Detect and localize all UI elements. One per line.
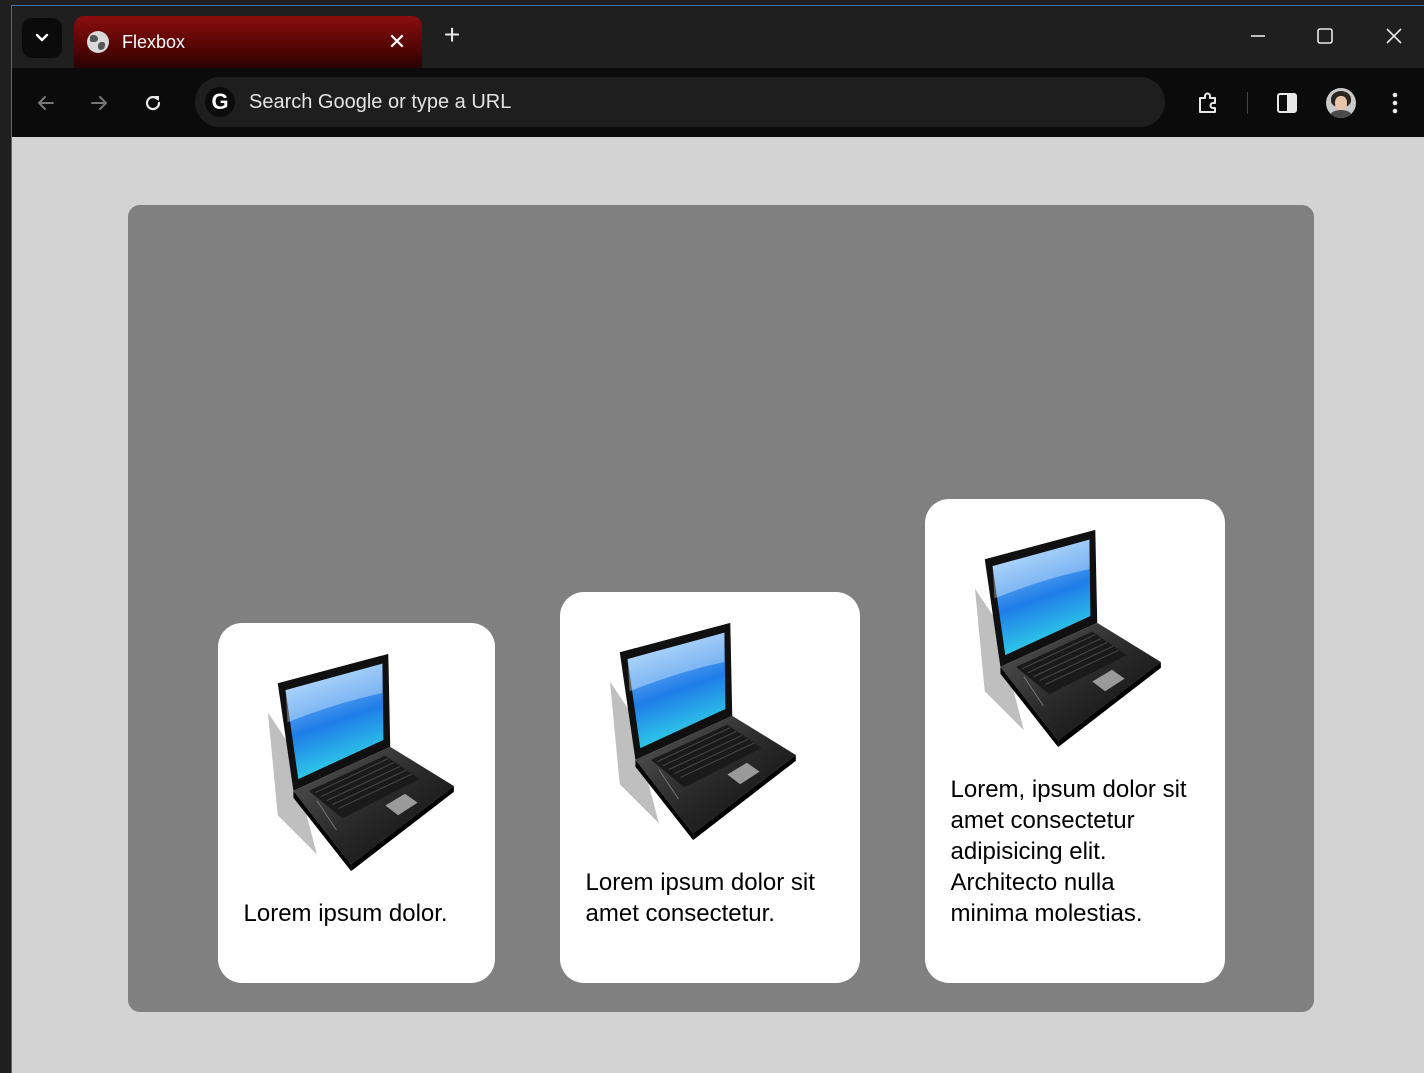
google-logo-icon: G <box>205 87 235 117</box>
new-tab-button[interactable]: + <box>436 20 468 52</box>
side-panel-button[interactable] <box>1270 86 1304 120</box>
maximize-button[interactable] <box>1305 18 1345 54</box>
laptop-image <box>608 622 796 841</box>
side-panel-icon <box>1277 93 1297 113</box>
tab-strip: Flexbox ✕ + <box>12 6 1424 68</box>
card: Lorem, ipsum dolor sit amet consectetur … <box>924 499 1225 983</box>
forward-icon <box>91 96 107 110</box>
close-window-button[interactable] <box>1374 18 1414 54</box>
page-viewport: Lorem ipsum dolor. Lorem ipsum dolor sit… <box>12 137 1424 1073</box>
minimize-icon <box>1251 35 1265 37</box>
card-text: Lorem, ipsum dolor sit amet consectetur … <box>950 776 1187 927</box>
card-text: Lorem ipsum dolor. <box>243 900 448 927</box>
browser-window: Flexbox ✕ + G Search Google or type a UR… <box>11 5 1424 1073</box>
extensions-button[interactable] <box>1191 86 1225 120</box>
minimize-button[interactable] <box>1238 18 1278 54</box>
toolbar-separator <box>1247 92 1248 114</box>
profile-avatar[interactable] <box>1326 88 1356 118</box>
card: Lorem ipsum dolor sit amet consectetur. <box>559 592 860 983</box>
toolbar: G Search Google or type a URL <box>12 68 1424 137</box>
globe-favicon-icon <box>87 31 109 53</box>
laptop-image <box>973 529 1161 748</box>
address-bar-placeholder: Search Google or type a URL <box>249 90 512 113</box>
tab-title: Flexbox <box>122 31 186 52</box>
close-icon[interactable]: ✕ <box>382 27 412 57</box>
close-window-icon <box>1386 28 1402 44</box>
back-button[interactable] <box>29 86 63 120</box>
more-menu-button[interactable] <box>1378 86 1412 120</box>
forward-button[interactable] <box>82 86 116 120</box>
tab-search-icon <box>35 33 49 42</box>
address-bar[interactable]: G Search Google or type a URL <box>195 77 1165 127</box>
reload-button[interactable] <box>136 86 170 120</box>
tab-search-button[interactable] <box>22 18 62 58</box>
flex-container: Lorem ipsum dolor. Lorem ipsum dolor sit… <box>128 205 1314 1012</box>
more-menu-icon <box>1392 92 1398 114</box>
reload-icon <box>145 96 161 111</box>
card: Lorem ipsum dolor. <box>217 623 495 983</box>
card-text: Lorem ipsum dolor sit amet consectetur. <box>585 869 815 927</box>
laptop-image <box>266 653 454 872</box>
maximize-icon <box>1317 28 1333 44</box>
extensions-icon <box>1199 92 1216 113</box>
tab-flexbox[interactable]: Flexbox ✕ <box>74 16 422 68</box>
back-icon <box>38 96 54 110</box>
